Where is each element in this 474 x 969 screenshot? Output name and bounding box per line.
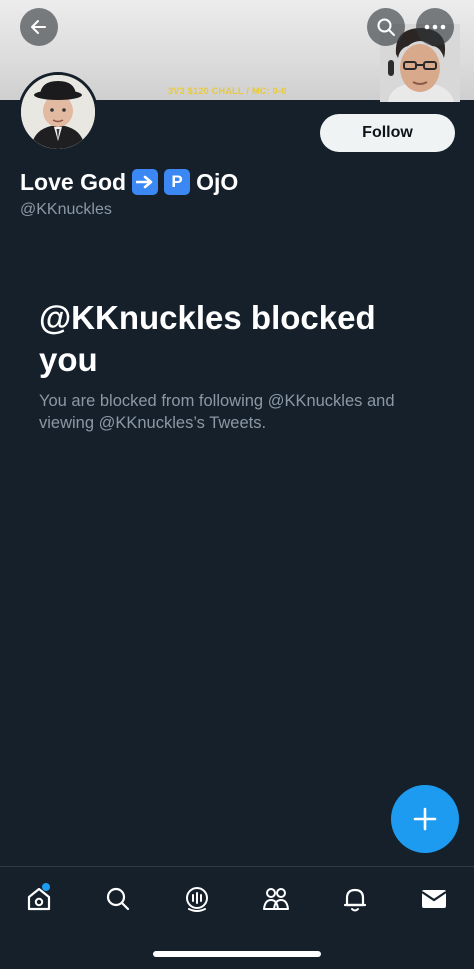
profile-handle: @KKnuckles <box>20 201 112 218</box>
stream-overlay-text: 3V3 $120 CHALL / MC: 0-0 <box>168 86 287 96</box>
nav-messages[interactable] <box>416 881 452 917</box>
mail-icon <box>421 890 447 908</box>
nav-home[interactable] <box>21 881 57 917</box>
search-icon <box>106 887 130 911</box>
blocked-title: @KKnuckles blocked you <box>39 299 376 378</box>
arrow-right-icon <box>136 175 153 189</box>
parking-emoji: P <box>164 169 191 195</box>
blocked-description: You are blocked from following @KKnuckle… <box>39 392 395 432</box>
display-name-suffix: OjO <box>196 168 239 195</box>
bell-icon <box>343 888 367 912</box>
home-notification-dot <box>42 883 50 891</box>
nav-search[interactable] <box>100 881 136 917</box>
search-button[interactable] <box>367 8 405 46</box>
right-arrow-emoji <box>132 169 159 195</box>
display-name: Love God <box>20 168 127 195</box>
home-indicator-bar[interactable] <box>153 951 321 957</box>
avatar-image <box>21 75 95 149</box>
more-horizontal-icon <box>424 24 446 30</box>
communities-icon <box>263 888 289 910</box>
spaces-icon <box>186 887 208 912</box>
back-button[interactable] <box>20 8 58 46</box>
nav-spaces[interactable] <box>179 881 215 917</box>
compose-tweet-button[interactable] <box>391 785 459 853</box>
more-button[interactable] <box>416 8 454 46</box>
search-icon <box>377 18 395 36</box>
profile-avatar[interactable] <box>18 72 98 152</box>
nav-notifications[interactable] <box>337 881 373 917</box>
plus-icon <box>413 807 437 831</box>
arrow-left-icon <box>31 20 46 34</box>
profile-name-row: Love God P OjO <box>20 166 238 198</box>
follow-button[interactable]: Follow <box>320 114 455 152</box>
nav-communities[interactable] <box>258 881 294 917</box>
bottom-navigation <box>0 866 474 969</box>
